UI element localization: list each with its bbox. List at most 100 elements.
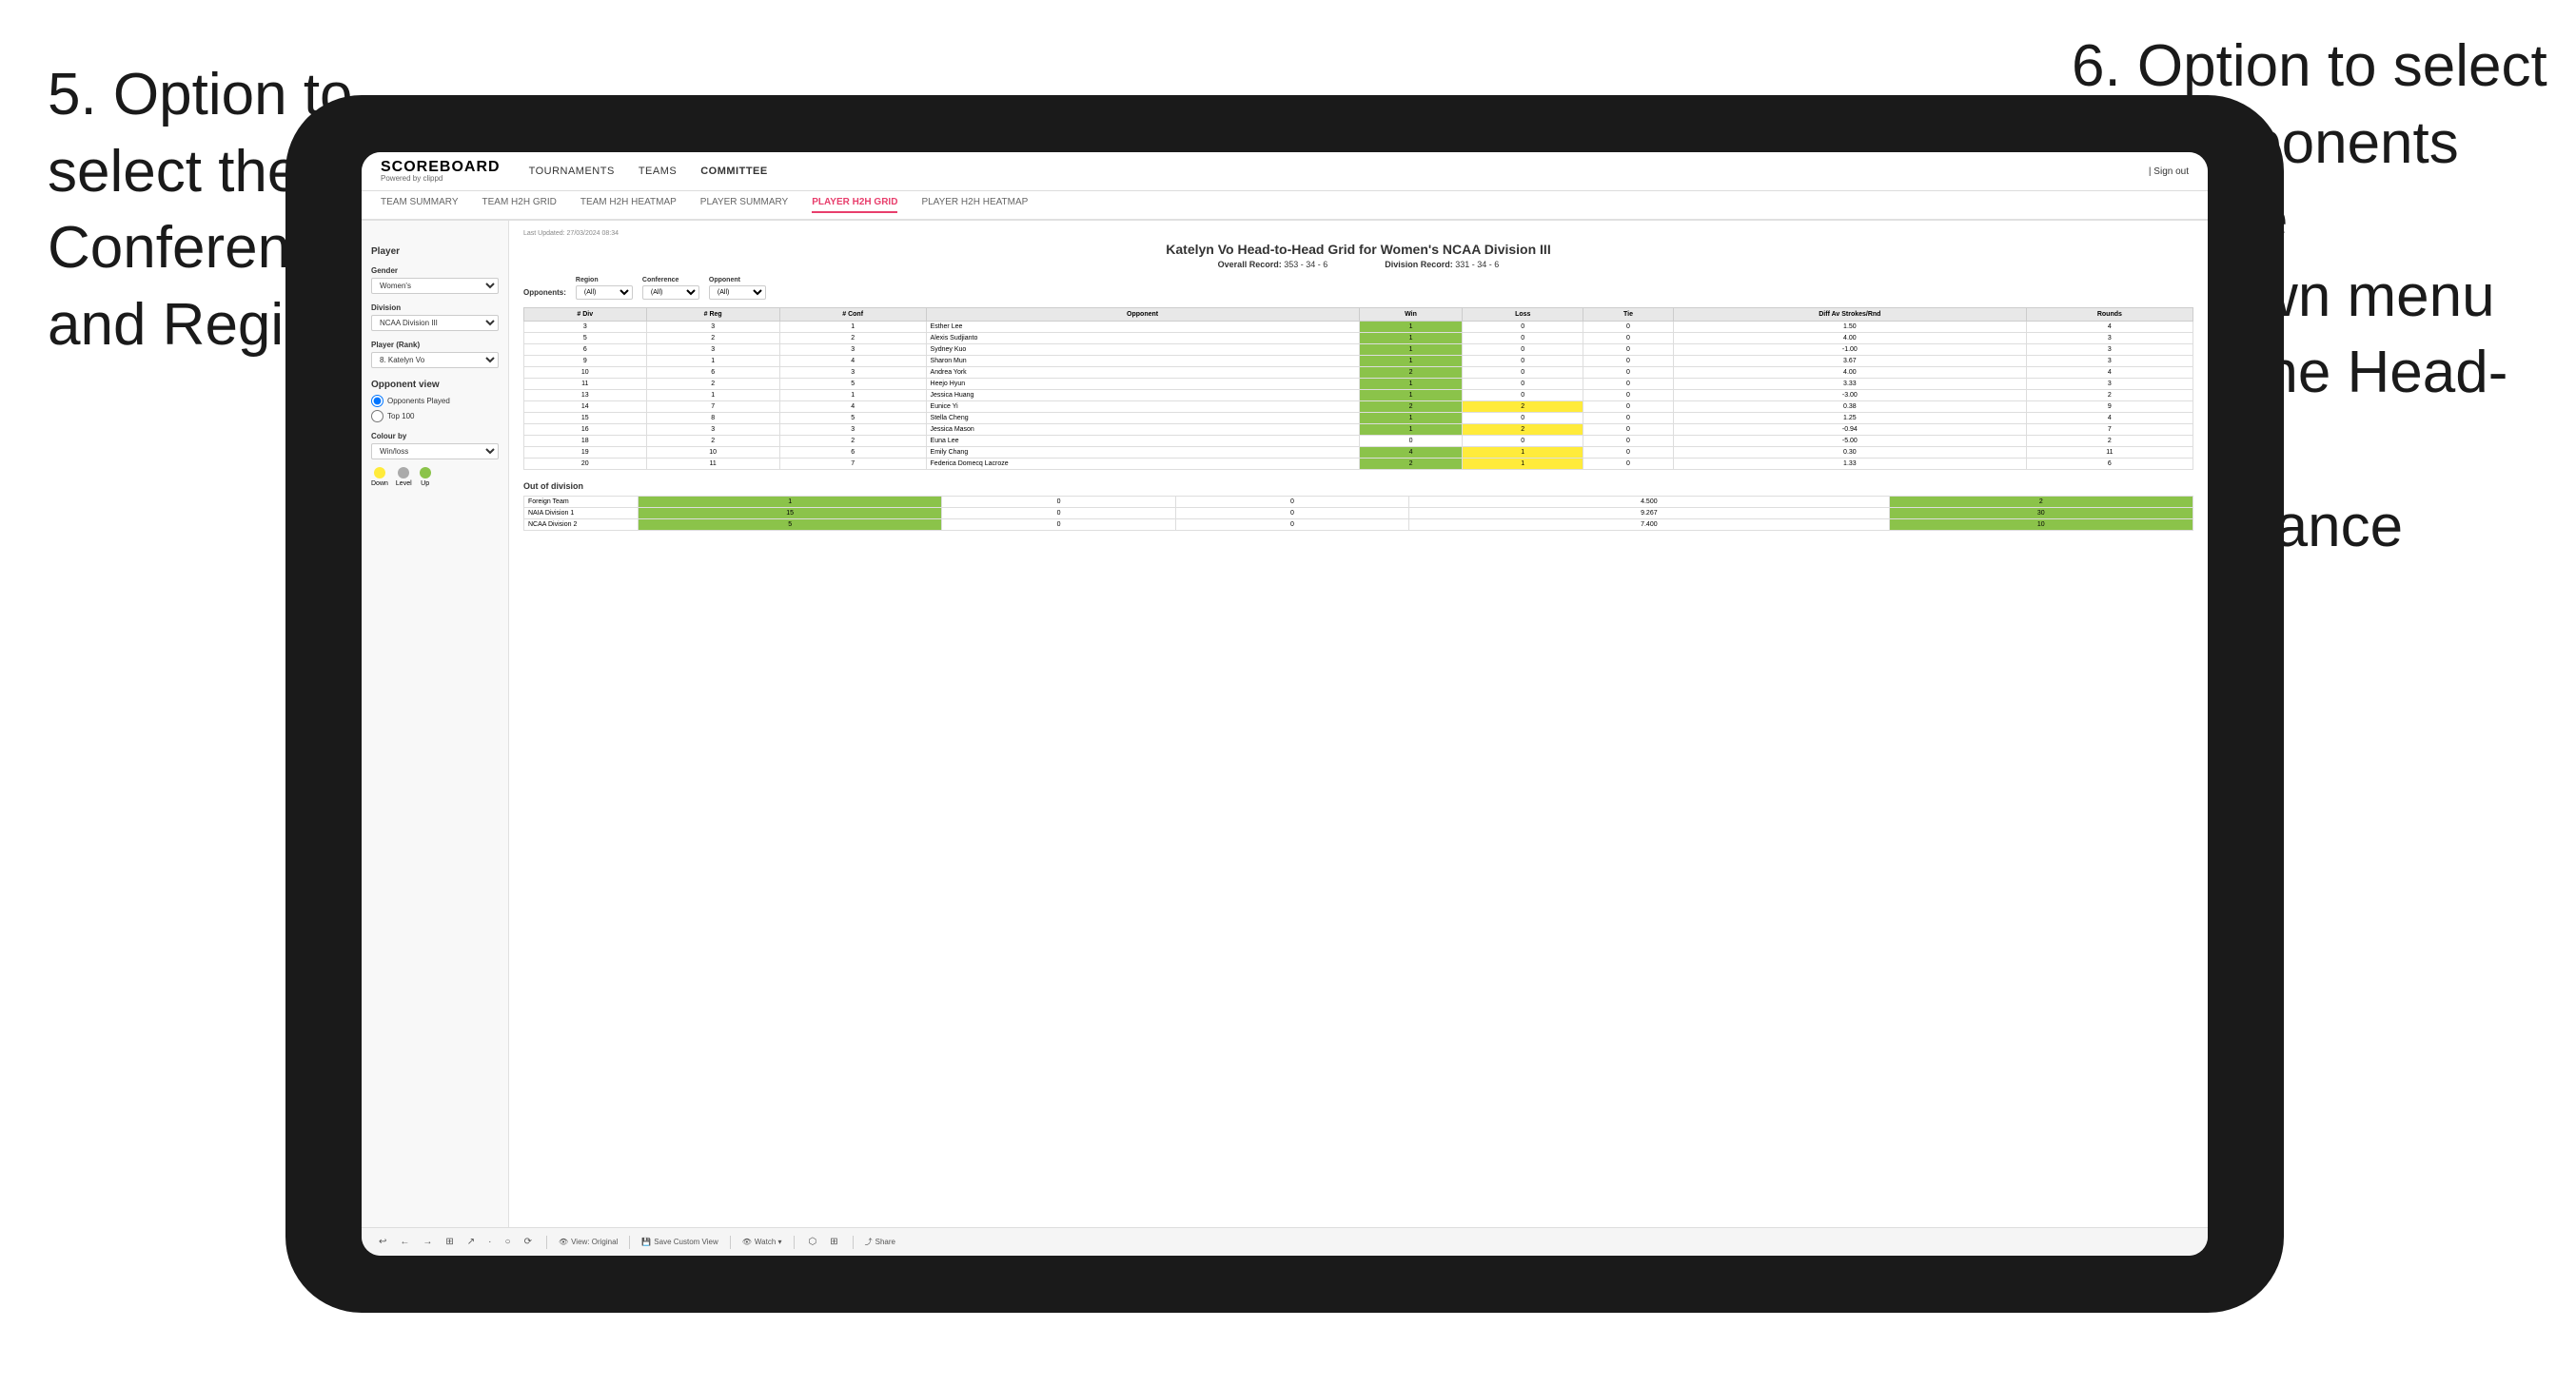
table-row: 11 2 5 Heejo Hyun 1 0 0 3.33 3 [524,379,2193,390]
cell-win: 1 [1359,356,1463,367]
cell-reg: 3 [646,322,779,333]
cell-loss: 1 [1463,447,1583,459]
cell-diff: 3.33 [1673,379,2026,390]
table-row: 20 11 7 Federica Domecq Lacroze 2 1 0 1.… [524,459,2193,470]
subnav-team-h2h-grid[interactable]: TEAM H2H GRID [482,197,557,213]
cell-div: 14 [524,401,647,413]
toolbar-undo[interactable]: ↩ [376,1237,389,1247]
subnav-player-summary[interactable]: PLAYER SUMMARY [700,197,788,213]
ood-cell-opponent: NCAA Division 2 [524,519,639,531]
cell-conf: 3 [779,367,926,379]
sidebar: Player Gender Women's Division NCAA Divi… [362,221,509,1227]
toolbar-hex[interactable]: ⬡ [806,1237,820,1247]
cell-loss: 0 [1463,333,1583,344]
cell-rounds: 11 [2026,447,2193,459]
subnav-team-summary[interactable]: TEAM SUMMARY [381,197,459,213]
cell-loss: 0 [1463,322,1583,333]
cell-opponent: Eunice Yi [926,401,1359,413]
cell-tie: 0 [1583,459,1674,470]
table-row: 9 1 4 Sharon Mun 1 0 0 3.67 3 [524,356,2193,367]
toolbar-circle[interactable]: ○ [502,1237,514,1247]
cell-rounds: 6 [2026,459,2193,470]
save-icon: 💾 [641,1238,651,1246]
cell-conf: 4 [779,356,926,367]
colour-legend: Down Level Up [371,467,499,487]
sidebar-player-rank-select[interactable]: 8. Katelyn Vo [371,352,499,368]
toolbar-view-original[interactable]: 👁 View: Original [559,1238,618,1246]
sidebar-gender-select[interactable]: Women's [371,278,499,294]
sidebar-colour-by-select[interactable]: Win/loss [371,443,499,459]
filter-region: Region (All) [576,277,633,300]
ood-cell-loss: 0 [942,519,1175,531]
subnav-player-h2h-heatmap[interactable]: PLAYER H2H HEATMAP [921,197,1028,213]
nav-tournaments[interactable]: TOURNAMENTS [529,166,615,177]
cell-rounds: 3 [2026,333,2193,344]
radio-top-100[interactable]: Top 100 [371,410,499,422]
cell-loss: 0 [1463,413,1583,424]
cell-tie: 0 [1583,379,1674,390]
cell-loss: 0 [1463,367,1583,379]
col-diff: Diff Av Strokes/Rnd [1673,308,2026,322]
cell-div: 20 [524,459,647,470]
cell-tie: 0 [1583,401,1674,413]
cell-reg: 6 [646,367,779,379]
col-conf: # Conf [779,308,926,322]
cell-loss: 0 [1463,379,1583,390]
sign-out-link[interactable]: | Sign out [2149,166,2189,177]
cell-diff: 1.25 [1673,413,2026,424]
cell-opponent: Jessica Mason [926,424,1359,436]
out-of-division-header: Out of division [523,481,2193,491]
cell-conf: 6 [779,447,926,459]
toolbar-watch[interactable]: 👁 Watch ▾ [742,1238,782,1246]
toolbar-save-view[interactable]: 💾 Save Custom View [641,1238,718,1246]
nav-teams[interactable]: TEAMS [639,166,677,177]
cell-diff: -0.94 [1673,424,2026,436]
share-label: Share [875,1238,895,1246]
sidebar-division-select[interactable]: NCAA Division III [371,315,499,331]
region-label: Region [576,277,633,283]
cell-loss: 0 [1463,344,1583,356]
col-rounds: Rounds [2026,308,2193,322]
sub-nav: TEAM SUMMARY TEAM H2H GRID TEAM H2H HEAT… [362,191,2208,221]
cell-tie: 0 [1583,447,1674,459]
tablet-device: SCOREBOARD Powered by clippd TOURNAMENTS… [285,95,2284,1313]
cell-tie: 0 [1583,436,1674,447]
tablet-screen: SCOREBOARD Powered by clippd TOURNAMENTS… [362,152,2208,1256]
cell-win: 0 [1359,436,1463,447]
toolbar-refresh[interactable]: ⟳ [521,1237,535,1247]
radio-opponents-played[interactable]: Opponents Played [371,395,499,407]
toolbar-forward[interactable]: → [420,1237,435,1247]
toolbar-divider-3 [730,1236,731,1249]
toolbar-back[interactable]: ← [397,1237,412,1247]
cell-diff: 4.00 [1673,367,2026,379]
region-select[interactable]: (All) [576,285,633,300]
top-nav: SCOREBOARD Powered by clippd TOURNAMENTS… [362,152,2208,191]
subnav-player-h2h-grid[interactable]: PLAYER H2H GRID [812,197,897,213]
cell-reg: 2 [646,333,779,344]
toolbar-export[interactable]: ↗ [464,1237,478,1247]
cell-reg: 3 [646,424,779,436]
cell-opponent: Alexis Sudjianto [926,333,1359,344]
cell-opponent: Andrea York [926,367,1359,379]
col-opponent: Opponent [926,308,1359,322]
toolbar-grid2[interactable]: ⊞ [827,1237,840,1247]
grid-title: Katelyn Vo Head-to-Head Grid for Women's… [523,242,2193,257]
nav-committee[interactable]: COMMITTEE [700,166,768,177]
toolbar-dot[interactable]: · [485,1237,494,1247]
cell-reg: 11 [646,459,779,470]
toolbar-grid[interactable]: ⊞ [442,1237,456,1247]
opponent-select[interactable]: (All) [709,285,766,300]
conference-select[interactable]: (All) [642,285,699,300]
cell-rounds: 4 [2026,413,2193,424]
toolbar-share[interactable]: ⤴ Share [865,1237,895,1247]
subnav-team-h2h-heatmap[interactable]: TEAM H2H HEATMAP [580,197,677,213]
cell-conf: 2 [779,436,926,447]
sidebar-player-rank-label: Player (Rank) [371,341,499,349]
cell-loss: 0 [1463,436,1583,447]
filter-opponent: Opponent (All) [709,277,766,300]
logo-title: SCOREBOARD [381,160,501,175]
cell-loss: 0 [1463,390,1583,401]
cell-diff: 0.30 [1673,447,2026,459]
cell-div: 3 [524,322,647,333]
opponents-label: Opponents: [523,288,566,297]
